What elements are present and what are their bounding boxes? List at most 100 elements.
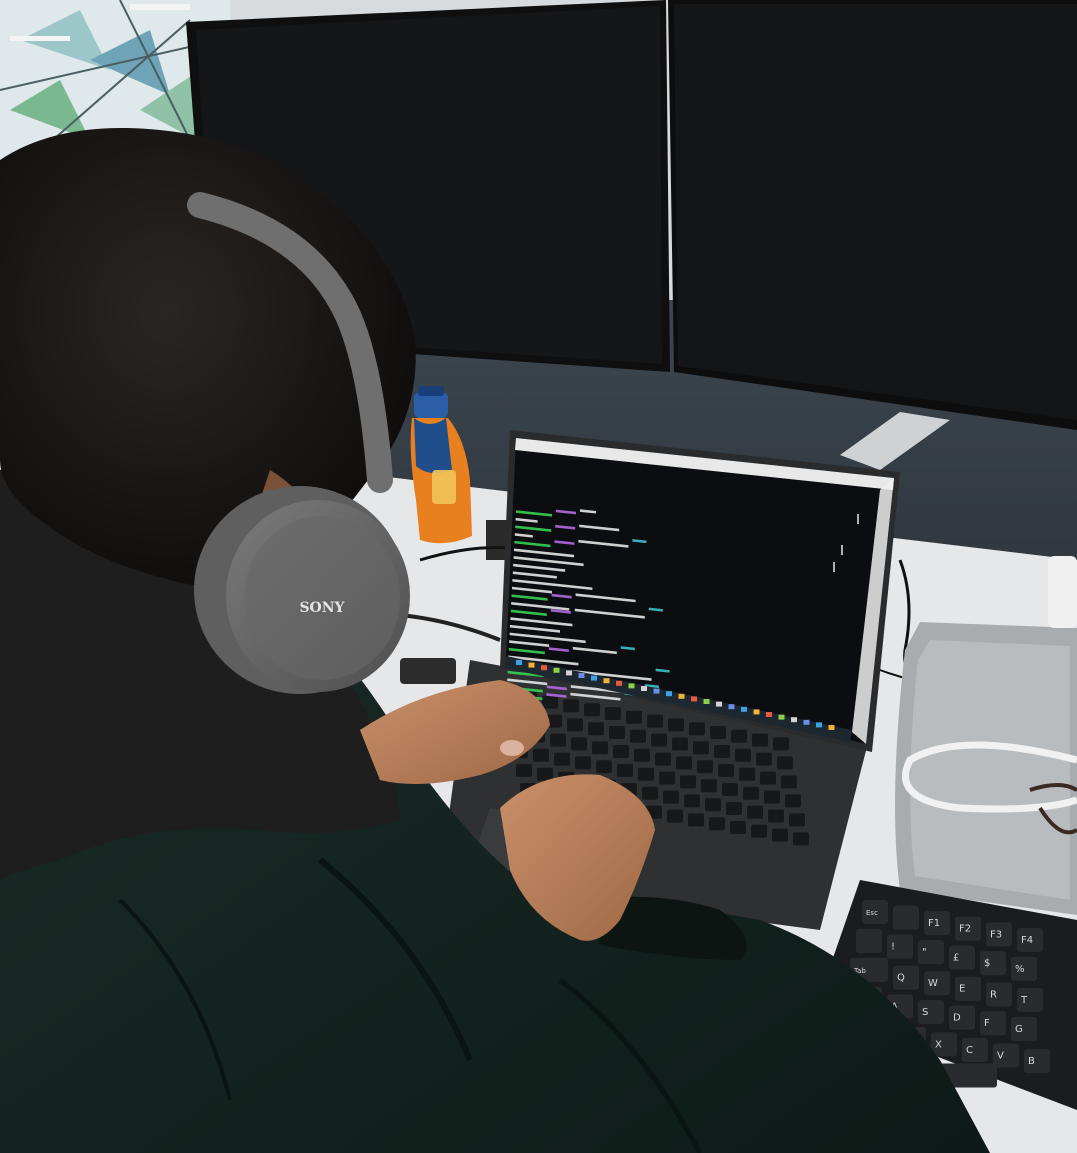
taskbar-icon bbox=[666, 691, 672, 697]
laptop-key bbox=[668, 718, 684, 732]
laptop-key bbox=[777, 756, 793, 770]
svg-text:B: B bbox=[1028, 1056, 1035, 1067]
laptop-key bbox=[697, 760, 713, 774]
keyboard-key: % bbox=[1011, 956, 1037, 981]
laptop-key bbox=[684, 794, 700, 808]
scene-svg: EscF1F2F3F4!"£$%TabQWERTCaps LockASDFG⇧|… bbox=[0, 0, 1077, 1153]
laptop-key bbox=[789, 813, 805, 827]
laptop-key bbox=[554, 752, 570, 766]
keyboard-key: F4 bbox=[1017, 927, 1043, 952]
laptop-key bbox=[613, 745, 629, 758]
laptop-key bbox=[533, 748, 549, 762]
laptop-key bbox=[722, 783, 738, 796]
headphone-brand-label: SONY bbox=[299, 600, 345, 616]
taskbar-icon bbox=[816, 722, 822, 728]
keyboard-key: F2 bbox=[955, 916, 981, 941]
keyboard-key: $ bbox=[980, 951, 1006, 976]
svg-text:F4: F4 bbox=[1021, 935, 1033, 946]
laptop-key bbox=[760, 771, 776, 785]
laptop-key bbox=[672, 737, 688, 751]
laptop-key bbox=[663, 790, 679, 804]
keyboard-key: ! bbox=[887, 934, 913, 959]
keyboard-key: F bbox=[980, 1011, 1006, 1036]
taskbar-icon bbox=[778, 714, 785, 720]
taskbar-icon bbox=[603, 678, 610, 684]
svg-text:T: T bbox=[1020, 995, 1028, 1006]
svg-text:D: D bbox=[953, 1013, 961, 1024]
laptop-key bbox=[667, 809, 683, 823]
laptop-key bbox=[651, 733, 667, 747]
laptop-key bbox=[718, 764, 734, 777]
keyboard-key: Esc bbox=[862, 900, 888, 924]
laptop-key bbox=[743, 786, 759, 800]
laptop-key bbox=[688, 813, 704, 827]
laptop-key bbox=[705, 798, 721, 812]
laptop-key bbox=[731, 729, 747, 743]
laptop-key bbox=[617, 764, 633, 777]
svg-text:£: £ bbox=[953, 953, 959, 964]
laptop-key bbox=[710, 726, 726, 739]
laptop-key bbox=[689, 722, 705, 736]
keyboard-key: E bbox=[955, 976, 981, 1001]
laptop-key bbox=[516, 764, 532, 777]
taskbar-icon bbox=[616, 680, 622, 686]
laptop-key bbox=[781, 775, 797, 789]
laptop-key bbox=[756, 752, 772, 766]
laptop-key bbox=[693, 741, 709, 755]
keyboard-key: R bbox=[986, 982, 1012, 1007]
taskbar-icon bbox=[678, 693, 685, 699]
keyboard-key: D bbox=[949, 1005, 975, 1030]
taskbar-icon bbox=[628, 683, 635, 689]
taskbar-icon bbox=[516, 660, 522, 665]
laptop-key bbox=[785, 794, 801, 808]
laptop-key bbox=[567, 718, 583, 732]
svg-text:C: C bbox=[966, 1045, 973, 1056]
keyboard-key: G bbox=[1011, 1016, 1037, 1041]
svg-text:R: R bbox=[990, 989, 997, 1000]
keyboard-key bbox=[893, 905, 919, 930]
keyboard-key: £ bbox=[949, 945, 975, 970]
keyboard-key: V bbox=[993, 1043, 1019, 1068]
taskbar-icon bbox=[653, 688, 660, 694]
laptop-key bbox=[793, 832, 809, 846]
laptop-key bbox=[676, 756, 692, 770]
laptop-key bbox=[751, 824, 767, 838]
keyboard-key: S bbox=[918, 1000, 944, 1025]
taskbar-icon bbox=[553, 667, 560, 673]
svg-text:E: E bbox=[959, 984, 965, 995]
keyboard-key: F3 bbox=[986, 922, 1012, 947]
svg-text:!: ! bbox=[891, 942, 895, 953]
taskbar-icon bbox=[703, 699, 710, 704]
taskbar-icon bbox=[591, 675, 597, 681]
taskbar-icon bbox=[566, 670, 572, 676]
taskbar-icon bbox=[541, 665, 547, 671]
taskbar-icon bbox=[716, 701, 722, 707]
taskbar-icon bbox=[828, 725, 835, 730]
laptop-key bbox=[596, 760, 612, 774]
svg-text:F1: F1 bbox=[928, 918, 940, 929]
laptop-key bbox=[605, 707, 621, 720]
laptop-key bbox=[752, 733, 768, 747]
taskbar-icon bbox=[528, 662, 535, 668]
svg-text:G: G bbox=[1015, 1024, 1023, 1035]
svg-text:F3: F3 bbox=[990, 929, 1002, 940]
keyboard-key: W bbox=[924, 971, 950, 996]
laptop-key bbox=[768, 809, 784, 823]
laptop-sleeve bbox=[895, 622, 1077, 915]
svg-text:V: V bbox=[997, 1051, 1004, 1062]
taskbar-icon bbox=[641, 686, 647, 691]
laptop-key bbox=[772, 828, 788, 842]
laptop-key bbox=[634, 748, 650, 762]
taskbar-icon bbox=[753, 709, 760, 715]
laptop-key bbox=[764, 790, 780, 804]
laptop-key bbox=[735, 748, 751, 762]
laptop-key bbox=[647, 714, 663, 728]
svg-text:W: W bbox=[928, 978, 938, 989]
laptop-key bbox=[609, 726, 625, 739]
taskbar-icon bbox=[803, 719, 810, 725]
laptop-key bbox=[630, 729, 646, 743]
svg-text:Esc: Esc bbox=[866, 909, 878, 917]
svg-text:Q: Q bbox=[897, 973, 905, 984]
taskbar-icon bbox=[728, 704, 735, 710]
keyboard-key: T bbox=[1017, 987, 1043, 1012]
